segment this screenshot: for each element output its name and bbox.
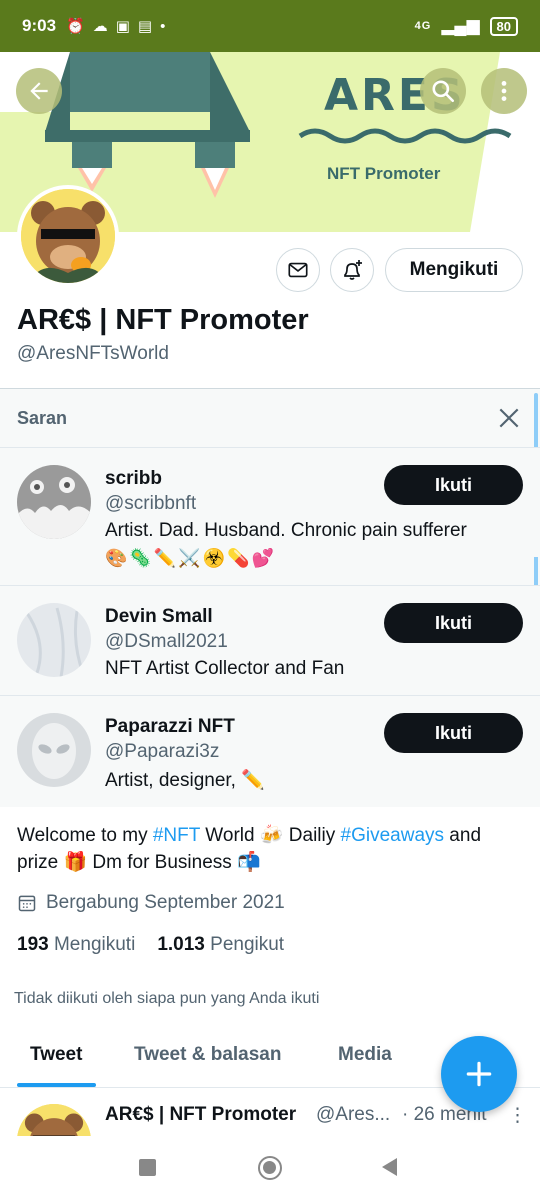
search-icon bbox=[432, 80, 455, 103]
hashtag-link[interactable]: #NFT bbox=[153, 825, 200, 846]
suggestion-handle: @scribbnft bbox=[105, 493, 197, 514]
alien-avatar-image bbox=[17, 713, 91, 787]
following-label: Mengikuti bbox=[53, 934, 136, 955]
signal-icon: ▂▄▆ bbox=[441, 16, 480, 35]
app-icon: ▣ bbox=[115, 18, 130, 35]
suggestion-bio-emoji: 🎨🦠✏️⚔️☣️💊💕 bbox=[105, 548, 276, 568]
home-button[interactable] bbox=[258, 1156, 282, 1180]
followers-stat[interactable]: 1.013 Pengikut bbox=[157, 934, 284, 956]
alarm-icon: ⏰ bbox=[66, 18, 85, 35]
more-options-button[interactable] bbox=[481, 68, 527, 114]
suggestions-title: Saran bbox=[17, 408, 68, 428]
suggestion-item[interactable]: Devin Small @DSmall2021 NFT Artist Colle… bbox=[0, 585, 540, 695]
cloud-icon: ☁ bbox=[92, 18, 108, 35]
system-nav-bar bbox=[0, 1136, 540, 1200]
network-icon: 4G bbox=[414, 20, 432, 32]
suggestion-bio: Artist, designer, ✏️ bbox=[105, 770, 265, 791]
suggestion-bio: NFT Artist Collector and Fan bbox=[105, 658, 345, 679]
status-bar: 9:03 ⏰ ☁ ▣ ▤ • 4G ▂▄▆ 80 bbox=[0, 0, 540, 52]
followers-count: 1.013 bbox=[157, 934, 205, 955]
tab-tweet-replies[interactable]: Tweet & balasan bbox=[134, 1044, 281, 1066]
profile-stats: 193 Mengikuti 1.013 Pengikut bbox=[17, 934, 284, 956]
suggestion-avatar[interactable] bbox=[17, 603, 91, 677]
following-count: 193 bbox=[17, 934, 49, 955]
follow-button[interactable]: Ikuti bbox=[384, 465, 523, 505]
bear-avatar-image bbox=[17, 1104, 91, 1136]
status-icons: ⏰ ☁ ▣ ▤ • bbox=[66, 17, 166, 36]
joined-text: Bergabung September 2021 bbox=[46, 892, 285, 913]
battery-icon: 80 bbox=[489, 16, 518, 36]
following-stat[interactable]: 193 Mengikuti bbox=[17, 934, 135, 956]
joined-date: Bergabung September 2021 bbox=[17, 892, 285, 914]
bio-text: Welcome to my bbox=[17, 825, 153, 846]
back-nav-button[interactable] bbox=[382, 1158, 397, 1176]
dot-icon: • bbox=[160, 17, 166, 35]
suggestion-avatar[interactable] bbox=[17, 713, 91, 787]
suggestion-name[interactable]: scribb bbox=[105, 468, 162, 490]
follow-button[interactable]: Ikuti bbox=[384, 603, 523, 643]
tweet-avatar[interactable] bbox=[17, 1104, 91, 1136]
banner-tagline: NFT Promoter bbox=[327, 164, 441, 183]
bell-plus-icon bbox=[344, 260, 362, 280]
plus-icon bbox=[466, 1061, 492, 1087]
not-followed-text: Tidak diikuti oleh siapa pun yang Anda i… bbox=[14, 990, 320, 1007]
message-button[interactable] bbox=[276, 248, 320, 292]
search-button[interactable] bbox=[420, 68, 466, 114]
back-button[interactable] bbox=[16, 68, 62, 114]
devin-avatar-image bbox=[17, 603, 91, 677]
app-icon: ▤ bbox=[137, 18, 153, 35]
tweet-author-handle: @Ares... bbox=[316, 1104, 391, 1125]
suggestion-item[interactable]: scribb @scribbnft Artist. Dad. Husband. … bbox=[0, 447, 540, 568]
tweet-author-name[interactable]: AR€$ | NFT Promoter bbox=[105, 1104, 296, 1126]
follow-button[interactable]: Ikuti bbox=[384, 713, 523, 753]
notify-button[interactable] bbox=[330, 248, 374, 292]
bear-avatar-image bbox=[21, 189, 115, 283]
suggestion-name[interactable]: Devin Small bbox=[105, 606, 213, 628]
active-tab-indicator bbox=[17, 1083, 96, 1087]
tweet-more-button[interactable]: ⋮ bbox=[508, 1104, 527, 1127]
more-vertical-icon bbox=[501, 81, 507, 101]
bio-text: World 🍻 Dailiy bbox=[200, 825, 341, 846]
tab-media[interactable]: Media bbox=[338, 1044, 392, 1066]
status-time: 9:03 bbox=[22, 16, 57, 35]
followers-label: Pengikut bbox=[210, 934, 285, 955]
tab-tweet[interactable]: Tweet bbox=[30, 1044, 82, 1066]
arrow-left-icon bbox=[30, 82, 48, 100]
profile-name: AR€$ | NFT Promoter bbox=[17, 304, 309, 336]
profile-handle: @AresNFTsWorld bbox=[17, 343, 169, 364]
recents-button[interactable] bbox=[139, 1159, 156, 1176]
suggestion-name[interactable]: Paparazzi NFT bbox=[105, 716, 235, 738]
following-button[interactable]: Mengikuti bbox=[385, 248, 523, 292]
compose-tweet-button[interactable] bbox=[441, 1036, 517, 1112]
calendar-icon bbox=[18, 895, 36, 912]
suggestion-item[interactable]: Paparazzi NFT @Paparazi3z Artist, design… bbox=[0, 695, 540, 807]
profile-bio: Welcome to my #NFT World 🍻 Dailiy #Givea… bbox=[17, 822, 527, 876]
suggestion-bio: Artist. Dad. Husband. Chronic pain suffe… bbox=[105, 520, 467, 541]
close-icon bbox=[499, 408, 519, 428]
hashtag-link[interactable]: #Giveaways bbox=[341, 825, 445, 846]
status-right: 4G ▂▄▆ 80 bbox=[415, 16, 518, 36]
mail-icon bbox=[288, 262, 308, 278]
scribb-avatar-image bbox=[17, 465, 91, 539]
close-suggestions-button[interactable] bbox=[496, 405, 522, 431]
suggestion-handle: @DSmall2021 bbox=[105, 631, 228, 652]
profile-avatar[interactable] bbox=[17, 185, 119, 287]
suggestion-handle: @Paparazi3z bbox=[105, 741, 220, 762]
suggestion-avatar[interactable] bbox=[17, 465, 91, 539]
suggestions-panel: Saran scribb @scribbnft Artist. Dad. Hus… bbox=[0, 388, 540, 807]
